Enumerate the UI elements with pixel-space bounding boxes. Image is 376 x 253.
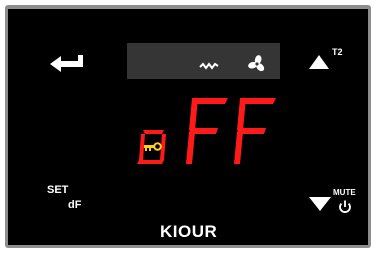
brand-logo: KIOUR: [160, 222, 218, 241]
up-t2-button[interactable]: T2: [309, 48, 349, 70]
up-triangle-icon: [309, 55, 329, 69]
fan-icon: [248, 55, 266, 73]
mute-label: MUTE: [333, 188, 356, 197]
enter-button[interactable]: [48, 52, 86, 72]
key-icon: [144, 142, 162, 151]
set-button[interactable]: SET dF: [44, 185, 86, 213]
seven-segment-display: [134, 96, 284, 168]
power-icon: [339, 200, 351, 213]
defrost-wave-icon: [199, 61, 219, 71]
down-mute-button[interactable]: MUTE: [309, 187, 361, 215]
digit-f-1: [186, 98, 228, 164]
t2-label: T2: [332, 47, 343, 57]
df-label: dF: [68, 199, 82, 211]
set-label: SET: [47, 184, 69, 196]
enter-arrow-icon: [50, 55, 83, 72]
down-triangle-icon: [309, 197, 331, 211]
digit-f-2: [234, 98, 276, 164]
